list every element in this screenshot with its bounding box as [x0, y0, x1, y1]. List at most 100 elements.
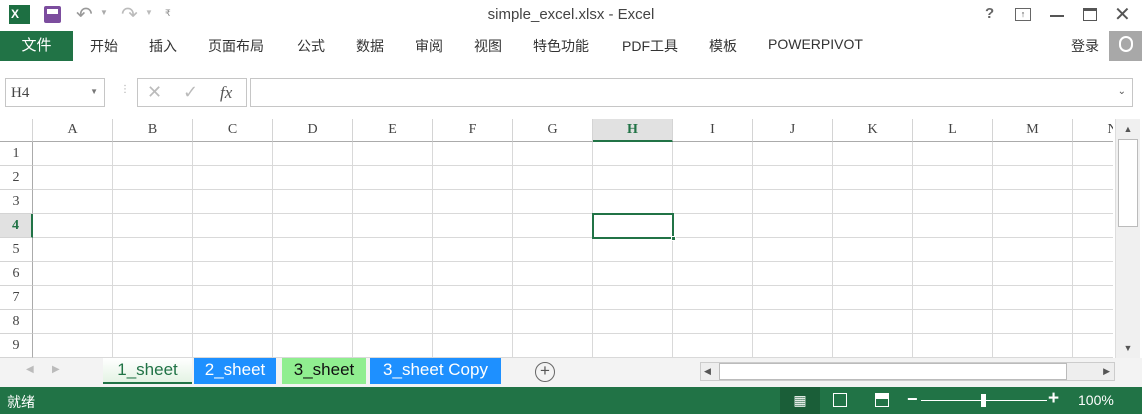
- cell[interactable]: [273, 262, 353, 286]
- cell[interactable]: [353, 286, 433, 310]
- cell[interactable]: [1073, 286, 1113, 310]
- cell[interactable]: [113, 334, 193, 358]
- tab-formulas[interactable]: 公式: [297, 36, 325, 56]
- cell[interactable]: [513, 238, 593, 262]
- cell[interactable]: [673, 286, 753, 310]
- cell[interactable]: [593, 262, 673, 286]
- cell[interactable]: [353, 238, 433, 262]
- tab-powerpivot[interactable]: POWERPIVOT: [768, 36, 863, 52]
- cell[interactable]: [113, 190, 193, 214]
- cell[interactable]: [353, 334, 433, 358]
- tab-home[interactable]: 开始: [90, 36, 118, 56]
- cell[interactable]: [913, 190, 993, 214]
- close-icon[interactable]: ✕: [1114, 2, 1131, 27]
- cell[interactable]: [913, 142, 993, 166]
- column-header[interactable]: G: [513, 119, 593, 142]
- cell[interactable]: [753, 286, 833, 310]
- cell[interactable]: [1073, 238, 1113, 262]
- row-header[interactable]: 1: [0, 142, 33, 166]
- cell[interactable]: [833, 142, 913, 166]
- cell[interactable]: [833, 214, 913, 238]
- cell[interactable]: [433, 334, 513, 358]
- cell[interactable]: [673, 190, 753, 214]
- cell[interactable]: [273, 166, 353, 190]
- cell[interactable]: [673, 262, 753, 286]
- cell[interactable]: [1073, 190, 1113, 214]
- cell[interactable]: [913, 286, 993, 310]
- vertical-scroll-thumb[interactable]: [1118, 139, 1138, 227]
- name-box[interactable]: H4 ▼: [5, 78, 105, 107]
- cell[interactable]: [193, 214, 273, 238]
- cell[interactable]: [753, 238, 833, 262]
- cell[interactable]: [33, 286, 113, 310]
- cell[interactable]: [273, 334, 353, 358]
- cell[interactable]: [593, 286, 673, 310]
- scroll-up-icon[interactable]: ▲: [1116, 119, 1140, 139]
- cell[interactable]: [113, 286, 193, 310]
- zoom-out-button[interactable]: −: [907, 389, 918, 410]
- cell[interactable]: [753, 166, 833, 190]
- cell[interactable]: [993, 190, 1073, 214]
- tab-data[interactable]: 数据: [356, 36, 384, 56]
- column-header[interactable]: L: [913, 119, 993, 142]
- cell[interactable]: [993, 262, 1073, 286]
- horizontal-scrollbar[interactable]: ◀ ▶: [700, 362, 1115, 381]
- cell[interactable]: [513, 334, 593, 358]
- cell[interactable]: [753, 142, 833, 166]
- cell[interactable]: [1073, 214, 1113, 238]
- cell[interactable]: [433, 262, 513, 286]
- insert-function-icon[interactable]: fx: [220, 83, 232, 103]
- cell[interactable]: [513, 166, 593, 190]
- sheet-tab-1[interactable]: 1_sheet: [103, 358, 192, 384]
- cell[interactable]: [33, 190, 113, 214]
- cell[interactable]: [513, 262, 593, 286]
- cell[interactable]: [193, 310, 273, 334]
- tab-pdf-tools[interactable]: PDF工具: [622, 36, 678, 56]
- cell[interactable]: [273, 238, 353, 262]
- cell[interactable]: [273, 310, 353, 334]
- help-icon[interactable]: ?: [985, 5, 994, 22]
- cell[interactable]: [673, 214, 753, 238]
- cell[interactable]: [993, 238, 1073, 262]
- column-header[interactable]: J: [753, 119, 833, 142]
- cell[interactable]: [593, 190, 673, 214]
- cell[interactable]: [433, 238, 513, 262]
- cell[interactable]: [193, 238, 273, 262]
- cell[interactable]: [513, 310, 593, 334]
- row-header[interactable]: 7: [0, 286, 33, 310]
- scroll-left-icon[interactable]: ◀: [704, 366, 711, 377]
- cell[interactable]: [1073, 310, 1113, 334]
- cell[interactable]: [353, 262, 433, 286]
- cell[interactable]: [33, 310, 113, 334]
- cell[interactable]: [513, 286, 593, 310]
- cell[interactable]: [833, 190, 913, 214]
- cell[interactable]: [513, 142, 593, 166]
- column-header[interactable]: D: [273, 119, 353, 142]
- cell[interactable]: [353, 190, 433, 214]
- column-header[interactable]: K: [833, 119, 913, 142]
- cell[interactable]: [33, 166, 113, 190]
- normal-view-icon[interactable]: ▦: [780, 387, 820, 414]
- cell[interactable]: [33, 262, 113, 286]
- cell[interactable]: [193, 286, 273, 310]
- column-header[interactable]: E: [353, 119, 433, 142]
- cell[interactable]: [673, 310, 753, 334]
- cell[interactable]: [1073, 166, 1113, 190]
- cell[interactable]: [593, 238, 673, 262]
- cell[interactable]: [833, 310, 913, 334]
- cell[interactable]: [993, 310, 1073, 334]
- cell[interactable]: [993, 166, 1073, 190]
- cell[interactable]: [353, 310, 433, 334]
- row-header[interactable]: 9: [0, 334, 33, 358]
- cell[interactable]: [33, 238, 113, 262]
- cell[interactable]: [433, 214, 513, 238]
- cancel-icon[interactable]: ✕: [147, 82, 162, 103]
- minimize-icon[interactable]: [1050, 15, 1064, 17]
- zoom-in-button[interactable]: +: [1048, 388, 1059, 410]
- cell[interactable]: [193, 166, 273, 190]
- zoom-slider[interactable]: [921, 394, 1047, 407]
- cell[interactable]: [753, 310, 833, 334]
- tab-review[interactable]: 审阅: [415, 36, 443, 56]
- next-sheet-icon[interactable]: ▶: [52, 364, 60, 375]
- cell[interactable]: [353, 142, 433, 166]
